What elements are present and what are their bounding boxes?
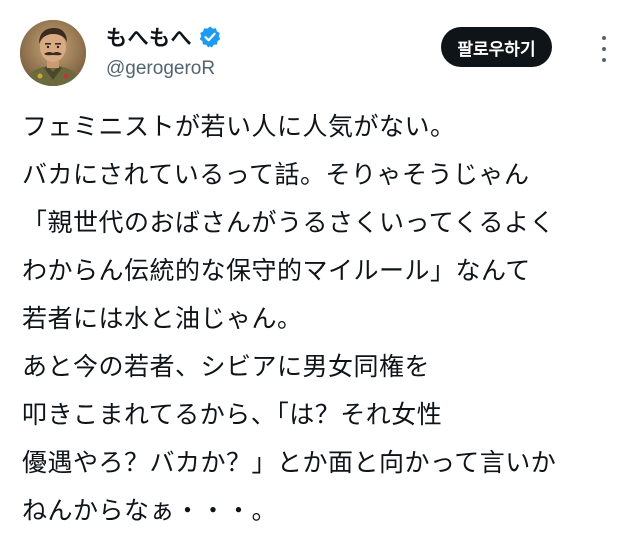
avatar-portrait-icon — [20, 20, 86, 86]
tweet-header: もへもへ @gerogeroR 팔로우하기 — [0, 0, 640, 100]
avatar[interactable] — [20, 20, 86, 86]
tweet-line: 「親世代のおばさんがうるさくいってくるよく — [22, 208, 556, 237]
verified-badge-icon — [198, 25, 222, 49]
tweet-text: フェミニストが若い人に人気がない。 バカにされているって話。そりゃそうじゃん 「… — [22, 103, 632, 535]
follow-button[interactable]: 팔로우하기 — [441, 27, 552, 67]
tweet-line: バカにされているって話。そりゃそうじゃん — [22, 160, 530, 189]
tweet-line: 優遇やろ？バカか？」とか面と向かって言いか — [22, 448, 557, 477]
tweet-line: フェミニストが若い人に人気がない。 — [22, 112, 456, 141]
author-name-row: もへもへ — [106, 22, 222, 52]
tweet-line: わからん伝統的な保守的マイルール」なんて — [22, 256, 531, 285]
author-handle[interactable]: @gerogeroR — [106, 58, 215, 80]
display-name[interactable]: もへもへ — [106, 22, 192, 52]
tweet-line: ねんからなぁ・・・。 — [22, 496, 278, 525]
tweet-line: 叩きこまれてるから、「は？それ女性 — [22, 400, 443, 429]
more-dot — [602, 36, 606, 40]
more-dot — [602, 47, 606, 51]
more-dot — [602, 58, 606, 62]
tweet-line: あと今の若者、シビアに男女同権を — [22, 352, 431, 381]
more-vertical-icon[interactable] — [596, 36, 612, 62]
tweet-line: 若者には水と油じゃん。 — [22, 304, 303, 333]
